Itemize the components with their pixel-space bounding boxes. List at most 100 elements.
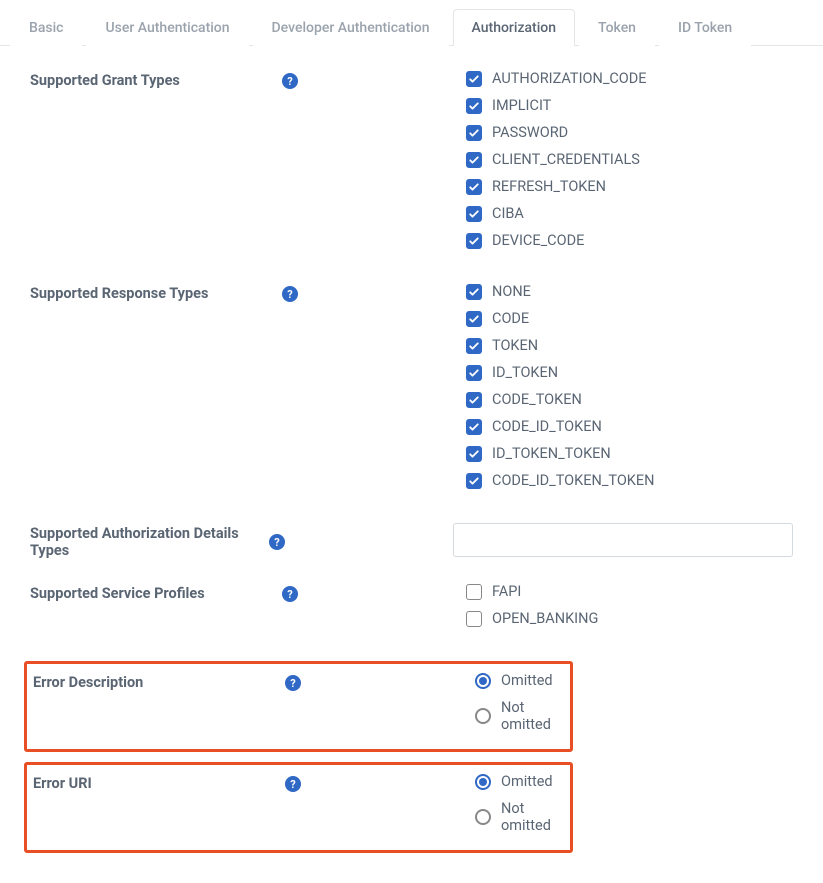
grant-types-options: AUTHORIZATION_CODE IMPLICIT PASSWORD CLIENT… <box>320 70 793 259</box>
highlight-error-description: Error Description ? Omitted Not omitted <box>24 661 573 752</box>
help-icon[interactable]: ? <box>269 534 285 550</box>
service-profile-checkbox[interactable] <box>466 584 482 600</box>
help-icon[interactable]: ? <box>282 286 298 302</box>
checkbox-label: CIBA <box>492 205 524 222</box>
checkbox-label: OPEN_BANKING <box>492 610 598 627</box>
help-icon[interactable]: ? <box>285 675 301 691</box>
label-service-profiles: Supported Service Profiles <box>30 585 205 602</box>
grant-type-checkbox[interactable] <box>466 125 482 141</box>
row-service-profiles: Supported Service Profiles ? FAPI OPEN_BA… <box>30 583 793 637</box>
radio-item: Not omitted <box>475 800 570 834</box>
radio-item: Omitted <box>475 773 570 790</box>
help-icon[interactable]: ? <box>282 586 298 602</box>
authorization-form: Supported Grant Types ? AUTHORIZATION_CO… <box>0 70 823 853</box>
label-error-description: Error Description <box>33 674 143 691</box>
error-uri-radio[interactable] <box>475 809 491 825</box>
error-uri-options: Omitted Not omitted <box>323 773 570 844</box>
grant-type-checkbox[interactable] <box>466 71 482 87</box>
checkbox-item: REFRESH_TOKEN <box>466 178 793 195</box>
checkbox-item: OPEN_BANKING <box>466 610 793 627</box>
grant-type-checkbox[interactable] <box>466 152 482 168</box>
radio-item: Not omitted <box>475 699 570 733</box>
grant-type-checkbox[interactable] <box>466 233 482 249</box>
service-profile-checkbox[interactable] <box>466 611 482 627</box>
label-response-types: Supported Response Types <box>30 285 208 302</box>
checkbox-item: CODE <box>466 310 793 327</box>
grant-type-checkbox[interactable] <box>466 206 482 222</box>
grant-type-checkbox[interactable] <box>466 179 482 195</box>
response-type-checkbox[interactable] <box>466 311 482 327</box>
auth-details-types-input[interactable] <box>453 523 793 557</box>
tab-user-authentication[interactable]: User Authentication <box>86 9 248 46</box>
checkbox-label: TOKEN <box>492 337 538 354</box>
tab-basic[interactable]: Basic <box>10 9 82 46</box>
tab-token[interactable]: Token <box>579 9 655 46</box>
radio-label: Not omitted <box>501 800 570 834</box>
error-description-radio[interactable] <box>475 708 491 724</box>
checkbox-item: CODE_ID_TOKEN_TOKEN <box>466 472 793 489</box>
svg-text:?: ? <box>290 778 296 791</box>
help-icon[interactable]: ? <box>285 776 301 792</box>
checkbox-label: REFRESH_TOKEN <box>492 178 606 195</box>
error-uri-radio[interactable] <box>475 774 491 790</box>
checkbox-item: IMPLICIT <box>466 97 793 114</box>
tab-authorization[interactable]: Authorization <box>453 9 575 46</box>
response-type-checkbox[interactable] <box>466 338 482 354</box>
row-auth-details-types: Supported Authorization Details Types ? <box>30 523 793 559</box>
checkbox-label: CODE_ID_TOKEN_TOKEN <box>492 472 654 489</box>
service-profiles-options: FAPI OPEN_BANKING <box>320 583 793 637</box>
response-type-checkbox[interactable] <box>466 365 482 381</box>
grant-type-checkbox[interactable] <box>466 98 482 114</box>
response-types-options: NONE CODE TOKEN ID_TOKEN CODE_TOKEN CODE_ID_T… <box>320 283 793 499</box>
radio-label: Omitted <box>501 773 553 790</box>
checkbox-item: PASSWORD <box>466 124 793 141</box>
checkbox-item: DEVICE_CODE <box>466 232 793 249</box>
response-type-checkbox[interactable] <box>466 419 482 435</box>
response-type-checkbox[interactable] <box>466 392 482 408</box>
row-error-description: Error Description ? Omitted Not omitted <box>27 672 570 743</box>
checkbox-label: IMPLICIT <box>492 97 551 114</box>
svg-text:?: ? <box>287 75 293 88</box>
checkbox-label: PASSWORD <box>492 124 568 141</box>
checkbox-label: FAPI <box>492 583 521 600</box>
label-auth-details-types: Supported Authorization Details Types <box>30 525 259 559</box>
checkbox-item: CLIENT_CREDENTIALS <box>466 151 793 168</box>
checkbox-item: CODE_ID_TOKEN <box>466 418 793 435</box>
response-type-checkbox[interactable] <box>466 284 482 300</box>
checkbox-item: FAPI <box>466 583 793 600</box>
radio-label: Not omitted <box>501 699 570 733</box>
error-description-radio[interactable] <box>475 673 491 689</box>
radio-label: Omitted <box>501 672 553 689</box>
checkbox-label: CODE_ID_TOKEN <box>492 418 602 435</box>
help-icon[interactable]: ? <box>282 73 298 89</box>
radio-item: Omitted <box>475 672 570 689</box>
error-description-options: Omitted Not omitted <box>323 672 570 743</box>
checkbox-item: ID_TOKEN <box>466 364 793 381</box>
svg-text:?: ? <box>290 677 296 690</box>
response-type-checkbox[interactable] <box>466 473 482 489</box>
checkbox-item: AUTHORIZATION_CODE <box>466 70 793 87</box>
checkbox-item: CIBA <box>466 205 793 222</box>
row-response-types: Supported Response Types ? NONE CODE TOKEN… <box>30 283 793 499</box>
svg-text:?: ? <box>274 536 280 549</box>
tab-bar: Basic User Authentication Developer Auth… <box>0 8 823 46</box>
checkbox-item: NONE <box>466 283 793 300</box>
checkbox-label: AUTHORIZATION_CODE <box>492 70 647 87</box>
checkbox-item: TOKEN <box>466 337 793 354</box>
checkbox-item: ID_TOKEN_TOKEN <box>466 445 793 462</box>
row-grant-types: Supported Grant Types ? AUTHORIZATION_CO… <box>30 70 793 259</box>
checkbox-label: DEVICE_CODE <box>492 232 584 249</box>
checkbox-label: CODE_TOKEN <box>492 391 582 408</box>
label-grant-types: Supported Grant Types <box>30 72 180 89</box>
checkbox-label: ID_TOKEN_TOKEN <box>492 445 611 462</box>
label-error-uri: Error URI <box>33 775 92 792</box>
row-error-uri: Error URI ? Omitted Not omitted <box>27 773 570 844</box>
svg-text:?: ? <box>287 288 293 301</box>
checkbox-label: CODE <box>492 310 529 327</box>
tab-id-token[interactable]: ID Token <box>659 9 751 46</box>
tab-developer-authentication[interactable]: Developer Authentication <box>253 9 449 46</box>
highlight-error-uri: Error URI ? Omitted Not omitted <box>24 762 573 853</box>
checkbox-label: CLIENT_CREDENTIALS <box>492 151 640 168</box>
checkbox-item: CODE_TOKEN <box>466 391 793 408</box>
response-type-checkbox[interactable] <box>466 446 482 462</box>
